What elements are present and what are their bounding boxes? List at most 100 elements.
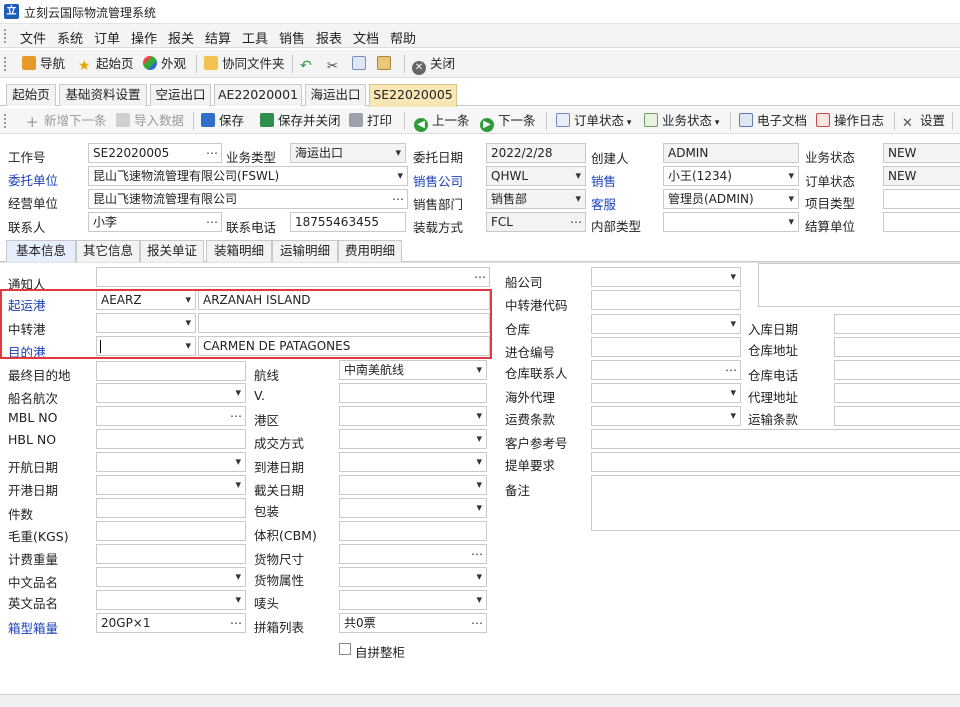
edoc-button[interactable]: 电子文档	[739, 112, 807, 130]
cs-select[interactable]: 管理员(ADMIN)	[663, 189, 799, 209]
freight-terms-select[interactable]	[591, 406, 741, 426]
cutoff-date-picker[interactable]	[339, 475, 487, 495]
in-date-field[interactable]	[834, 314, 960, 334]
menu-order[interactable]: 订单	[94, 28, 120, 47]
charge-weight-field[interactable]	[96, 544, 246, 564]
settings-button[interactable]: ✕ 设置	[902, 112, 945, 131]
cut-button[interactable]: ✂	[327, 55, 345, 74]
gross-weight-field[interactable]	[96, 521, 246, 541]
open-date-picker[interactable]	[96, 475, 246, 495]
carrier-info-box[interactable]	[758, 263, 960, 307]
home-button[interactable]: ★ 起始页	[78, 55, 134, 73]
cargo-size-field[interactable]	[339, 544, 487, 564]
menu-documents[interactable]: 文档	[353, 28, 379, 47]
contact-field[interactable]: 小李	[88, 212, 222, 232]
bl-req-field[interactable]	[591, 452, 960, 472]
biz-type-select[interactable]: 海运出口	[290, 143, 406, 163]
consol-list-field[interactable]: 共0票	[339, 613, 487, 633]
prev-record-button[interactable]: ◀ 上一条	[414, 112, 470, 132]
entrust-date-field[interactable]: 2022/2/28	[486, 143, 586, 163]
undo-button[interactable]: ↶	[300, 55, 318, 73]
tab-packing-details[interactable]: 装箱明细	[206, 240, 272, 262]
deal-select[interactable]	[339, 429, 487, 449]
arrival-date-picker[interactable]	[339, 452, 487, 472]
final-dest-field[interactable]	[96, 361, 246, 381]
transport-terms-field[interactable]	[834, 406, 960, 426]
sales-company-select[interactable]: QHWL	[486, 166, 586, 186]
hbl-field[interactable]	[96, 429, 246, 449]
save-close-button[interactable]: 保存并关闭	[260, 112, 341, 130]
carrier-select[interactable]	[591, 267, 741, 287]
en-name-select[interactable]	[96, 590, 246, 610]
shared-folder-button[interactable]: 协同文件夹	[204, 55, 285, 73]
client-select[interactable]: 昆山飞速物流管理有限公司(FSWL)	[88, 166, 408, 186]
self-consol-checkbox[interactable]	[339, 643, 351, 655]
tab-sea-export[interactable]: 海运出口	[305, 84, 366, 106]
close-button[interactable]: ✕ 关闭	[412, 55, 455, 75]
nav-button[interactable]: 导航	[22, 55, 65, 73]
job-no-field[interactable]: SE22020005	[88, 143, 222, 163]
order-status-field[interactable]: NEW	[883, 166, 960, 186]
tab-customs-docs[interactable]: 报关单证	[140, 240, 204, 262]
menu-customs[interactable]: 报关	[168, 28, 194, 47]
cs-label[interactable]: 客服	[591, 194, 616, 213]
oplog-button[interactable]: 操作日志	[816, 112, 884, 130]
creator-field[interactable]: ADMIN	[663, 143, 799, 163]
menu-settlement[interactable]: 结算	[205, 28, 231, 47]
wh-no-field[interactable]	[591, 337, 741, 357]
settle-unit-field[interactable]	[883, 212, 960, 232]
tab-fee-details[interactable]: 费用明细	[338, 240, 402, 262]
client-label[interactable]: 委托单位	[8, 170, 58, 189]
agent-select[interactable]	[591, 383, 741, 403]
menu-reports[interactable]: 报表	[316, 28, 342, 47]
tab-basic-settings[interactable]: 基础资料设置	[59, 84, 147, 106]
port-area-select[interactable]	[339, 406, 487, 426]
cust-ref-field[interactable]	[591, 429, 960, 449]
tab-air-export[interactable]: 空运出口	[150, 84, 211, 106]
add-next-button[interactable]: + 新增下一条	[26, 112, 107, 130]
tab-start-page[interactable]: 起始页	[6, 84, 56, 106]
menu-operation[interactable]: 操作	[131, 28, 157, 47]
route-select[interactable]: 中南美航线	[339, 360, 487, 380]
phone-field[interactable]: 18755463455	[290, 212, 406, 232]
paste-button[interactable]	[377, 55, 395, 73]
print-button[interactable]: 打印	[349, 112, 392, 130]
sail-date-picker[interactable]	[96, 452, 246, 472]
menu-system[interactable]: 系统	[57, 28, 83, 47]
appearance-button[interactable]: 外观	[143, 55, 186, 73]
save-button[interactable]: 保存	[201, 112, 244, 130]
wh-contact-field[interactable]	[591, 360, 741, 380]
project-type-field[interactable]	[883, 189, 960, 209]
cn-name-select[interactable]	[96, 567, 246, 587]
tab-basic-info[interactable]: 基本信息	[6, 240, 76, 263]
wh-addr-field[interactable]	[834, 337, 960, 357]
order-status-dropdown[interactable]: 订单状态 ▾	[556, 112, 631, 130]
transit-code-field[interactable]	[591, 290, 741, 310]
pieces-field[interactable]	[96, 498, 246, 518]
menu-file[interactable]: 文件	[20, 28, 46, 47]
load-mode-field[interactable]: FCL	[486, 212, 586, 232]
packing-select[interactable]	[339, 498, 487, 518]
tab-transport-details[interactable]: 运输明细	[272, 240, 338, 262]
wh-phone-field[interactable]	[834, 360, 960, 380]
vessel-select[interactable]	[96, 383, 246, 403]
remark-field[interactable]	[591, 475, 960, 531]
mbl-field[interactable]	[96, 406, 246, 426]
internal-type-select[interactable]	[663, 212, 799, 232]
biz-status-dropdown[interactable]: 业务状态 ▾	[644, 112, 719, 130]
tab-other-info[interactable]: 其它信息	[76, 240, 140, 262]
menu-help[interactable]: 帮助	[390, 28, 416, 47]
operator-field[interactable]: 昆山飞速物流管理有限公司	[88, 189, 408, 209]
cargo-attr-select[interactable]	[339, 567, 487, 587]
import-button[interactable]: 导入数据	[116, 112, 184, 130]
agent-addr-field[interactable]	[834, 383, 960, 403]
tab-se22020005[interactable]: SE22020005	[369, 84, 457, 107]
menu-tools[interactable]: 工具	[242, 28, 268, 47]
copy-button[interactable]	[352, 55, 370, 73]
container-field[interactable]: 20GP×1	[96, 613, 246, 633]
sales-label[interactable]: 销售	[591, 171, 616, 190]
next-record-button[interactable]: ▶ 下一条	[480, 112, 536, 132]
volume-field[interactable]	[339, 521, 487, 541]
mark-select[interactable]	[339, 590, 487, 610]
biz-status-field[interactable]: NEW	[883, 143, 960, 163]
